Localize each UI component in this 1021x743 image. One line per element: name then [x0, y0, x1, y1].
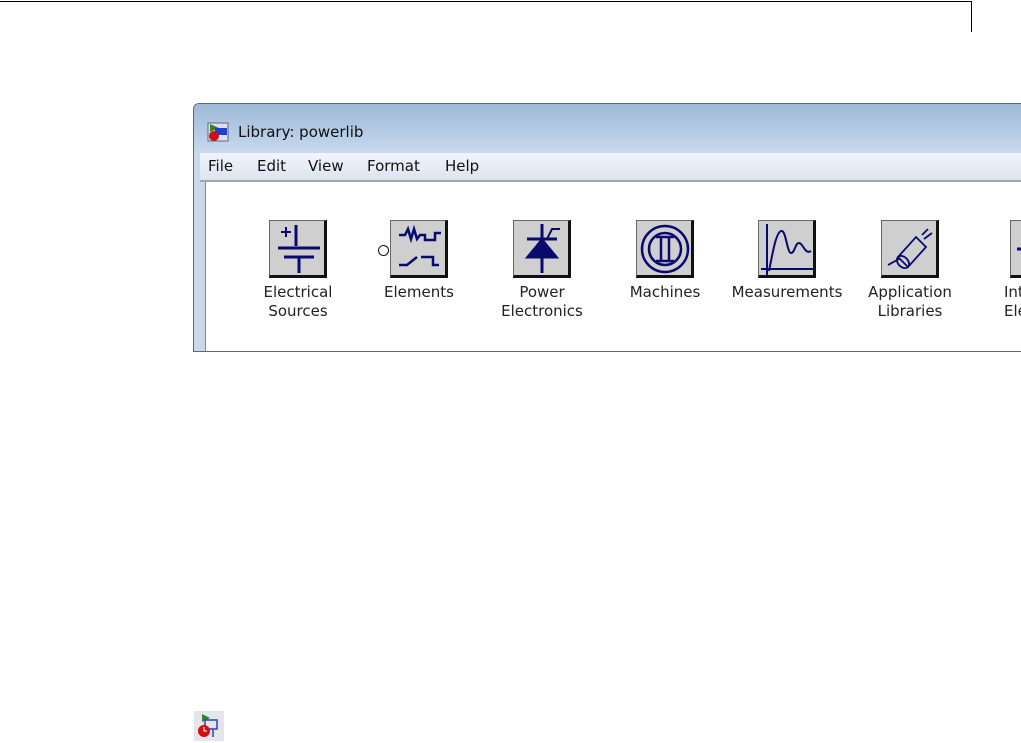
block-elements[interactable]: Elements: [359, 220, 479, 302]
block-machines[interactable]: Machines: [605, 220, 725, 302]
page-rule-horizontal: [0, 1, 972, 2]
waveform-icon: [761, 224, 814, 275]
block-label: Machines: [629, 283, 701, 301]
machine-icon: [640, 224, 690, 274]
menu-view[interactable]: View: [308, 157, 344, 175]
motor-icon: [887, 228, 933, 269]
library-window: Library: powerlib File Edit View Format …: [193, 103, 1021, 352]
block-label: Libraries: [877, 302, 943, 320]
block-partial[interactable]: Inte Ele: [972, 220, 1021, 321]
menu-edit[interactable]: Edit: [257, 157, 286, 175]
block-label: Electronics: [501, 302, 583, 320]
block-power-electronics[interactable]: Power Electronics: [482, 220, 602, 321]
library-canvas: Electrical Sources Elements Power Electr…: [205, 182, 1021, 351]
block-electrical-sources[interactable]: Electrical Sources: [238, 220, 358, 321]
menu-bar: File Edit View Format Help: [200, 153, 1021, 182]
block-application-libraries[interactable]: Application Libraries: [850, 220, 970, 321]
rlc-elements-icon: [399, 224, 441, 267]
block-label: Power: [519, 283, 565, 301]
dc-voltage-source-icon: [278, 225, 320, 273]
block-label: Inte: [1004, 283, 1021, 301]
block-label: Measurements: [731, 283, 843, 301]
menu-format[interactable]: Format: [367, 157, 420, 175]
simulink-library-icon: [194, 711, 224, 741]
window-title: Library: powerlib: [238, 123, 364, 141]
port-icon: [378, 245, 389, 256]
menu-file[interactable]: File: [208, 157, 233, 175]
thyristor-icon: [524, 224, 560, 273]
block-measurements[interactable]: Measurements: [727, 220, 847, 302]
partial-block-icon: [1017, 247, 1021, 251]
block-label: Ele: [1004, 302, 1021, 320]
block-label: Sources: [268, 302, 328, 320]
block-label: Elements: [384, 283, 454, 301]
block-label: Electrical: [263, 283, 333, 301]
title-bar[interactable]: Library: powerlib: [194, 104, 1021, 150]
menu-help[interactable]: Help: [445, 157, 479, 175]
page-rule-vertical: [971, 1, 972, 32]
simulink-library-icon: [207, 122, 229, 142]
block-label: Application: [868, 283, 952, 301]
